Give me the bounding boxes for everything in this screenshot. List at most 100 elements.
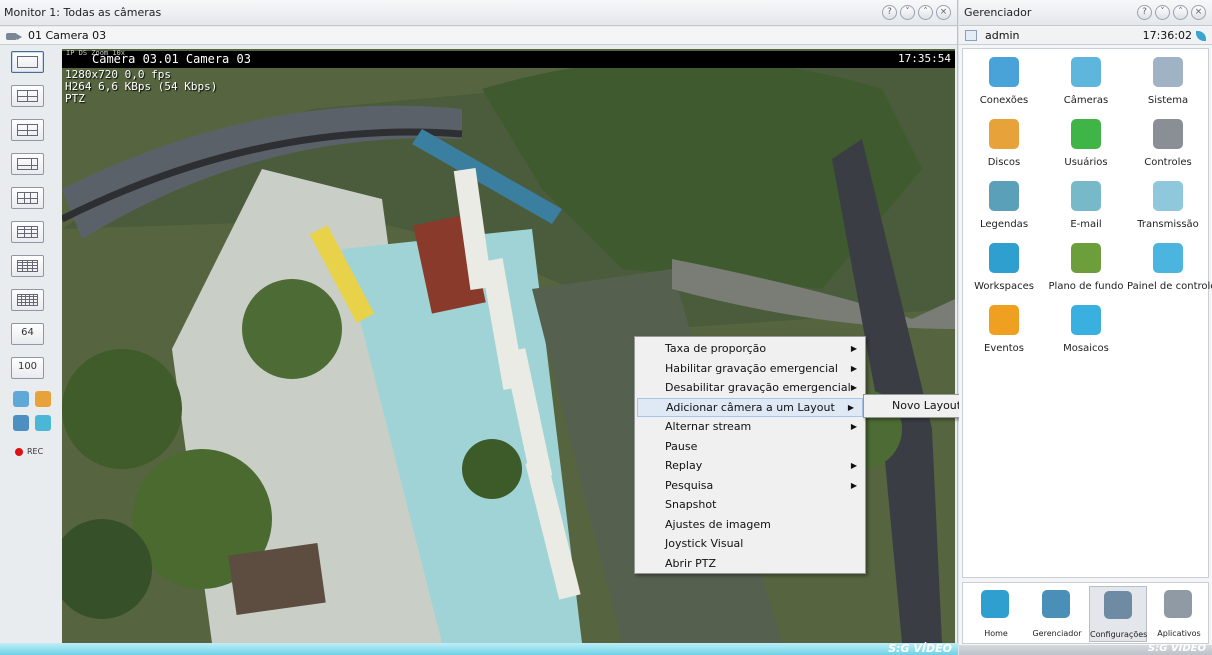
collapse-icon[interactable]: ˅ xyxy=(1155,5,1170,20)
osd-time: 17:35:54 xyxy=(898,52,951,65)
submenu-arrow-icon: ▶ xyxy=(850,422,857,431)
control-panel-icon xyxy=(1153,243,1183,273)
tile-transmission[interactable]: Transmissão xyxy=(1127,173,1209,233)
user-bar: admin 17:36:02 xyxy=(959,27,1212,45)
tile-controls[interactable]: Controles xyxy=(1127,111,1209,171)
layout-1plus5-button[interactable] xyxy=(11,153,44,175)
submenu-arrow-icon: ▶ xyxy=(850,383,857,392)
tile-background[interactable]: Plano de fundo xyxy=(1045,235,1127,295)
mosaics-icon xyxy=(1071,305,1101,335)
close-icon[interactable]: × xyxy=(1191,5,1206,20)
record-button[interactable]: REC xyxy=(15,447,43,456)
layout-100-label: 100 xyxy=(17,361,38,372)
layout-2x2-button[interactable] xyxy=(11,85,44,107)
tile-label: Controles xyxy=(1144,157,1192,168)
menu-item-snapshot[interactable]: Snapshot xyxy=(635,495,865,515)
monitor-titlebar: Monitor 1: Todas as câmeras ? ˅ ˄ × xyxy=(0,0,957,26)
menu-item-label: Abrir PTZ xyxy=(665,556,716,570)
expand-icon[interactable]: ˄ xyxy=(1173,5,1188,20)
user-camera-icon[interactable] xyxy=(13,415,29,431)
web-icon[interactable] xyxy=(35,391,51,407)
tile-label: E-mail xyxy=(1070,219,1102,230)
menu-item-enable-emergency-recording[interactable]: Habilitar gravação emergencial ▶ xyxy=(635,359,865,379)
user-name: admin xyxy=(985,29,1020,42)
menu-item-switch-stream[interactable]: Alternar stream ▶ xyxy=(635,417,865,437)
dock-label: Home xyxy=(984,629,1008,638)
tile-control-panel[interactable]: Painel de controle xyxy=(1127,235,1212,295)
monitor-title: Monitor 1: Todas as câmeras xyxy=(4,6,162,19)
menu-item-label: Taxa de proporção xyxy=(665,342,767,355)
screen-icon[interactable] xyxy=(13,391,29,407)
apps-icon xyxy=(1164,590,1192,618)
menu-item-label: Desabilitar gravação emergencial xyxy=(665,381,851,394)
tile-label: Usuários xyxy=(1064,157,1108,168)
layout-100-button[interactable]: 100 xyxy=(11,357,44,379)
menu-item-label: Snapshot xyxy=(665,498,717,511)
monitor-status-bar: S:G VÍDEO xyxy=(0,642,958,655)
layout-toolbar: 64 100 REC xyxy=(5,49,61,649)
menu-item-label: Ajustes de imagem xyxy=(665,517,771,531)
menu-item-aspect-ratio[interactable]: Taxa de proporção ▶ xyxy=(635,339,865,359)
tile-users[interactable]: Usuários xyxy=(1045,111,1127,171)
tile-label: Mosaicos xyxy=(1063,343,1109,354)
tile-captions[interactable]: Legendas xyxy=(963,173,1045,233)
tile-email[interactable]: E-mail xyxy=(1045,173,1127,233)
manager-icon xyxy=(1042,590,1070,618)
menu-item-disable-emergency-recording[interactable]: Desabilitar gravação emergencial ▶ xyxy=(635,378,865,398)
tile-label: Discos xyxy=(987,157,1021,168)
menu-item-add-camera-to-layout[interactable]: Adicionar câmera a um Layout ▶ xyxy=(637,397,863,417)
layout-1x1-button[interactable] xyxy=(11,51,44,73)
submenu-arrow-icon: ▶ xyxy=(850,480,857,490)
expand-icon[interactable]: ˄ xyxy=(918,5,933,20)
dock-home[interactable]: Home xyxy=(967,586,1025,642)
tile-workspaces[interactable]: Workspaces xyxy=(963,235,1045,295)
layout-3x2-button[interactable] xyxy=(11,187,44,209)
osd-camera-title: Camera 03.01 Camera 03 xyxy=(92,52,251,66)
layout-5x5-button[interactable] xyxy=(11,289,44,311)
tile-cameras[interactable]: Câmeras xyxy=(1045,49,1127,109)
submenu-arrow-icon: ▶ xyxy=(850,461,857,470)
tile-system[interactable]: Sistema xyxy=(1127,49,1209,109)
tile-events[interactable]: Eventos xyxy=(963,297,1045,357)
tile-disks[interactable]: Discos xyxy=(963,111,1045,171)
menu-item-search[interactable]: Pesquisa ▶ xyxy=(635,476,865,496)
menu-item-visual-joystick[interactable]: Joystick Visual xyxy=(635,534,865,554)
brand-logo: S:G VÍDEO xyxy=(888,642,952,655)
dock-label: Configurações xyxy=(1090,630,1148,639)
help-icon[interactable]: ? xyxy=(1137,5,1152,20)
menu-item-label: Habilitar gravação emergencial xyxy=(665,361,838,375)
tile-label: Sistema xyxy=(1147,95,1189,106)
layout-4x4-button[interactable] xyxy=(11,255,44,277)
fullscreen-icon[interactable] xyxy=(35,415,51,431)
record-label: REC xyxy=(27,447,44,456)
menu-item-replay[interactable]: Replay ▶ xyxy=(635,456,865,476)
layout-3x3-button[interactable] xyxy=(11,221,44,243)
connections-icon xyxy=(989,57,1019,87)
submenu-arrow-icon: ▶ xyxy=(850,344,857,353)
collapse-icon[interactable]: ˅ xyxy=(900,5,915,20)
settings-icon xyxy=(1104,591,1132,619)
email-icon xyxy=(1071,181,1101,211)
menu-item-pause[interactable]: Pause xyxy=(635,437,865,457)
layout-64-button[interactable]: 64 xyxy=(11,323,44,345)
dock-manager[interactable]: Gerenciador xyxy=(1028,586,1086,642)
tile-label: Plano de fundo xyxy=(1048,281,1124,292)
controls-icon xyxy=(1153,119,1183,149)
dock-label: Aplicativos xyxy=(1157,629,1201,638)
home-icon xyxy=(981,590,1009,618)
tile-mosaics[interactable]: Mosaicos xyxy=(1045,297,1127,357)
system-icon xyxy=(1153,57,1183,87)
user-icon xyxy=(965,30,977,41)
dock-settings[interactable]: Configurações xyxy=(1089,586,1147,642)
tile-connections[interactable]: Conexões xyxy=(963,49,1045,109)
help-icon[interactable]: ? xyxy=(882,5,897,20)
dock-apps[interactable]: Aplicativos xyxy=(1150,586,1208,642)
menu-item-image-adjustments[interactable]: Ajustes de imagem xyxy=(635,515,865,535)
status-icon xyxy=(1196,30,1206,41)
layout-1plus3-button[interactable] xyxy=(11,119,44,141)
menu-item-open-ptz[interactable]: Abrir PTZ xyxy=(635,554,865,574)
users-icon xyxy=(1071,119,1101,149)
close-icon[interactable]: × xyxy=(936,5,951,20)
camera-name: 01 Camera 03 xyxy=(28,29,107,42)
record-icon xyxy=(15,447,23,456)
